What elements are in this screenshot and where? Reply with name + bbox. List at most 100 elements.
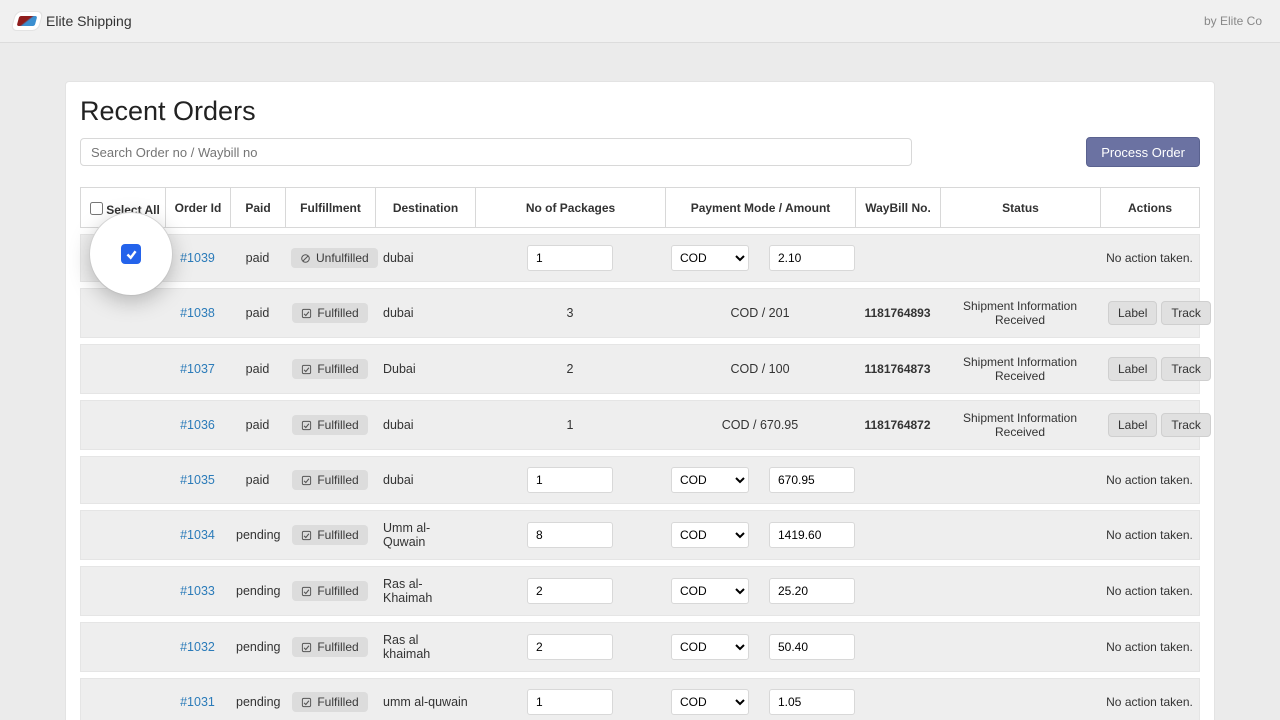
destination-cell: dubai: [375, 234, 475, 282]
packages-cell: [475, 622, 665, 672]
track-button[interactable]: Track: [1161, 413, 1211, 437]
prohibit-icon: [300, 253, 311, 264]
select-all-checkbox[interactable]: [90, 202, 103, 215]
status-cell: [940, 510, 1100, 560]
toolbar: Process Order: [80, 137, 1200, 167]
col-paid: Paid: [230, 187, 285, 228]
amount-input[interactable]: [769, 245, 855, 271]
col-packages: No of Packages: [475, 187, 665, 228]
no-action-text: No action taken.: [1106, 251, 1193, 265]
table-row: #1031pendingFulfilledumm al-quwainCODNo …: [80, 678, 1200, 720]
label-button[interactable]: Label: [1108, 413, 1157, 437]
track-button[interactable]: Track: [1161, 357, 1211, 381]
order-link[interactable]: #1036: [180, 418, 215, 432]
paid-cell: pending: [230, 566, 285, 616]
track-button[interactable]: Track: [1161, 301, 1211, 325]
paid-cell: pending: [230, 622, 285, 672]
order-link[interactable]: #1037: [180, 362, 215, 376]
packages-cell: [475, 234, 665, 282]
label-button[interactable]: Label: [1108, 357, 1157, 381]
check-icon: [125, 248, 138, 261]
packages-input[interactable]: [527, 467, 613, 493]
actions-cell: No action taken.: [1100, 456, 1200, 504]
packages-cell: [475, 456, 665, 504]
order-link[interactable]: #1038: [180, 306, 215, 320]
col-actions: Actions: [1100, 187, 1200, 228]
payment-cell: COD / 670.95: [665, 400, 855, 450]
payment-mode-select[interactable]: COD: [671, 522, 749, 548]
row-select-cell: [80, 678, 165, 720]
paid-cell: paid: [230, 456, 285, 504]
table-row: #1038paidFulfilleddubai3COD / 2011181764…: [80, 288, 1200, 338]
col-order-id: Order Id: [165, 187, 230, 228]
order-link[interactable]: #1033: [180, 584, 215, 598]
orders-card: Recent Orders Process Order Select All O…: [65, 81, 1215, 720]
order-link[interactable]: #1032: [180, 640, 215, 654]
payment-mode-select[interactable]: COD: [671, 467, 749, 493]
row-select-cell: [80, 456, 165, 504]
process-order-button[interactable]: Process Order: [1086, 137, 1200, 167]
check-square-icon: [301, 475, 312, 486]
check-square-icon: [301, 420, 312, 431]
row-select-cell: [80, 344, 165, 394]
actions-cell: No action taken.: [1100, 622, 1200, 672]
order-link[interactable]: #1039: [180, 251, 215, 265]
payment-mode-select[interactable]: COD: [671, 634, 749, 660]
payment-mode-select[interactable]: COD: [671, 245, 749, 271]
payment-mode-select[interactable]: COD: [671, 578, 749, 604]
waybill-cell: 1181764872: [855, 400, 940, 450]
waybill-cell: 1181764893: [855, 288, 940, 338]
order-link[interactable]: #1035: [180, 473, 215, 487]
destination-cell: dubai: [375, 288, 475, 338]
fulfilled-badge: Fulfilled: [292, 470, 367, 490]
col-waybill: WayBill No.: [855, 187, 940, 228]
waybill-cell: [855, 510, 940, 560]
amount-input[interactable]: [769, 634, 855, 660]
page-title: Recent Orders: [80, 96, 1200, 127]
row-select-cell: [80, 400, 165, 450]
table-row: #1035paidFulfilleddubaiCODNo action take…: [80, 456, 1200, 504]
row-select-cell: [80, 288, 165, 338]
table-row: #1034pendingFulfilledUmm al-QuwainCODNo …: [80, 510, 1200, 560]
waybill-cell: 1181764873: [855, 344, 940, 394]
actions-cell: LabelTrack: [1100, 344, 1200, 394]
amount-input[interactable]: [769, 689, 855, 715]
fulfilled-badge: Fulfilled: [292, 581, 367, 601]
amount-input[interactable]: [769, 578, 855, 604]
search-input[interactable]: [80, 138, 912, 166]
check-square-icon: [301, 530, 312, 541]
no-action-text: No action taken.: [1106, 528, 1193, 542]
app-name: Elite Shipping: [46, 13, 132, 29]
col-payment: Payment Mode / Amount: [665, 187, 855, 228]
highlight-checkbox[interactable]: [121, 244, 141, 264]
byline: by Elite Co: [1204, 14, 1262, 28]
row-select-cell: [80, 510, 165, 560]
no-action-text: No action taken.: [1106, 640, 1193, 654]
amount-input[interactable]: [769, 522, 855, 548]
destination-cell: Dubai: [375, 344, 475, 394]
payment-mode-select[interactable]: COD: [671, 689, 749, 715]
no-action-text: No action taken.: [1106, 584, 1193, 598]
label-button[interactable]: Label: [1108, 301, 1157, 325]
no-action-text: No action taken.: [1106, 695, 1193, 709]
waybill-cell: [855, 678, 940, 720]
col-fulfillment: Fulfillment: [285, 187, 375, 228]
packages-cell: [475, 510, 665, 560]
order-link[interactable]: #1031: [180, 695, 215, 709]
waybill-cell: [855, 456, 940, 504]
packages-input[interactable]: [527, 245, 613, 271]
status-cell: Shipment Information Received: [940, 288, 1100, 338]
amount-input[interactable]: [769, 467, 855, 493]
packages-cell: 2: [475, 344, 665, 394]
packages-input[interactable]: [527, 689, 613, 715]
paid-cell: paid: [230, 400, 285, 450]
fulfilled-badge: Fulfilled: [292, 692, 367, 712]
table-row: #1036paidFulfilleddubai1COD / 670.951181…: [80, 400, 1200, 450]
packages-cell: [475, 566, 665, 616]
table-row: #1039paidUnfulfilleddubaiCODNo action ta…: [80, 234, 1200, 282]
packages-input[interactable]: [527, 634, 613, 660]
order-link[interactable]: #1034: [180, 528, 215, 542]
packages-input[interactable]: [527, 578, 613, 604]
unfulfilled-badge: Unfulfilled: [291, 248, 378, 268]
packages-input[interactable]: [527, 522, 613, 548]
